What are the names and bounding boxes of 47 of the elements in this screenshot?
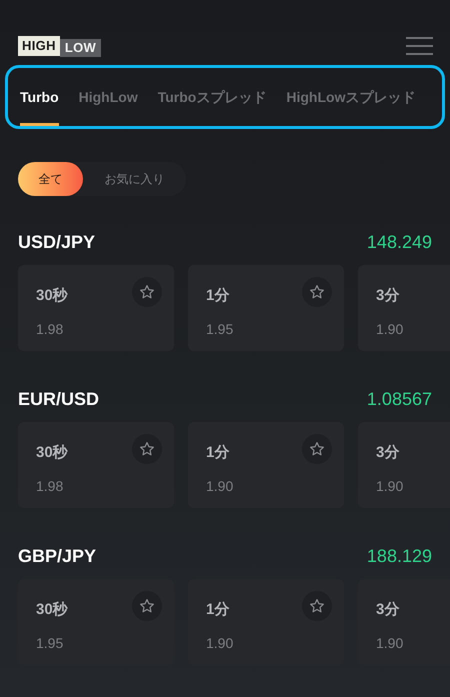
currency-pair: GBP/JPY <box>18 544 96 568</box>
payout: 1.90 <box>206 477 234 496</box>
currency-pair: USD/JPY <box>18 230 96 254</box>
payout: 1.90 <box>206 634 234 653</box>
logo: HIGH LOW <box>18 35 102 57</box>
payout: 1.90 <box>376 634 404 653</box>
expiry-card[interactable]: 3分 1.90 <box>358 422 450 508</box>
duration: 3分 <box>376 443 400 463</box>
payout: 1.90 <box>376 320 404 339</box>
favorite-button[interactable] <box>132 277 162 307</box>
expiry-card[interactable]: 1分 1.95 <box>188 265 344 351</box>
expiry-card[interactable]: 30秒 1.98 <box>18 265 174 351</box>
duration: 3分 <box>376 600 400 620</box>
payout: 1.98 <box>36 477 64 496</box>
duration: 1分 <box>206 600 230 620</box>
duration: 1分 <box>206 286 230 306</box>
expiry-card[interactable]: 1分 1.90 <box>188 422 344 508</box>
favorite-button[interactable] <box>302 591 332 621</box>
duration: 30秒 <box>36 286 68 306</box>
star-icon <box>139 284 155 300</box>
favorite-button[interactable] <box>302 434 332 464</box>
payout: 1.95 <box>206 320 234 339</box>
filter-option[interactable]: 全て <box>18 162 83 196</box>
payout: 1.98 <box>36 320 64 339</box>
price: 188.129 <box>366 544 432 568</box>
star-icon <box>139 441 155 457</box>
favorite-button[interactable] <box>132 591 162 621</box>
tab[interactable]: Turbo <box>20 68 59 126</box>
filter-option[interactable]: お気に入り <box>83 162 186 196</box>
expiry-card[interactable]: 30秒 1.98 <box>18 422 174 508</box>
price: 148.249 <box>366 230 432 254</box>
favorite-button[interactable] <box>302 277 332 307</box>
price: 1.08567 <box>366 388 432 410</box>
currency-pair: EUR/USD <box>18 388 100 410</box>
payout: 1.90 <box>376 477 404 496</box>
star-icon <box>309 598 325 614</box>
duration: 3分 <box>376 286 400 306</box>
favorite-button[interactable] <box>132 434 162 464</box>
duration: 30秒 <box>36 600 68 620</box>
duration: 30秒 <box>36 443 68 463</box>
star-icon <box>309 284 325 300</box>
expiry-card[interactable]: 3分 1.90 <box>358 265 450 351</box>
duration: 1分 <box>206 443 230 463</box>
payout: 1.95 <box>36 634 64 653</box>
star-icon <box>139 598 155 614</box>
star-icon <box>309 441 325 457</box>
menu-icon[interactable] <box>406 37 433 55</box>
